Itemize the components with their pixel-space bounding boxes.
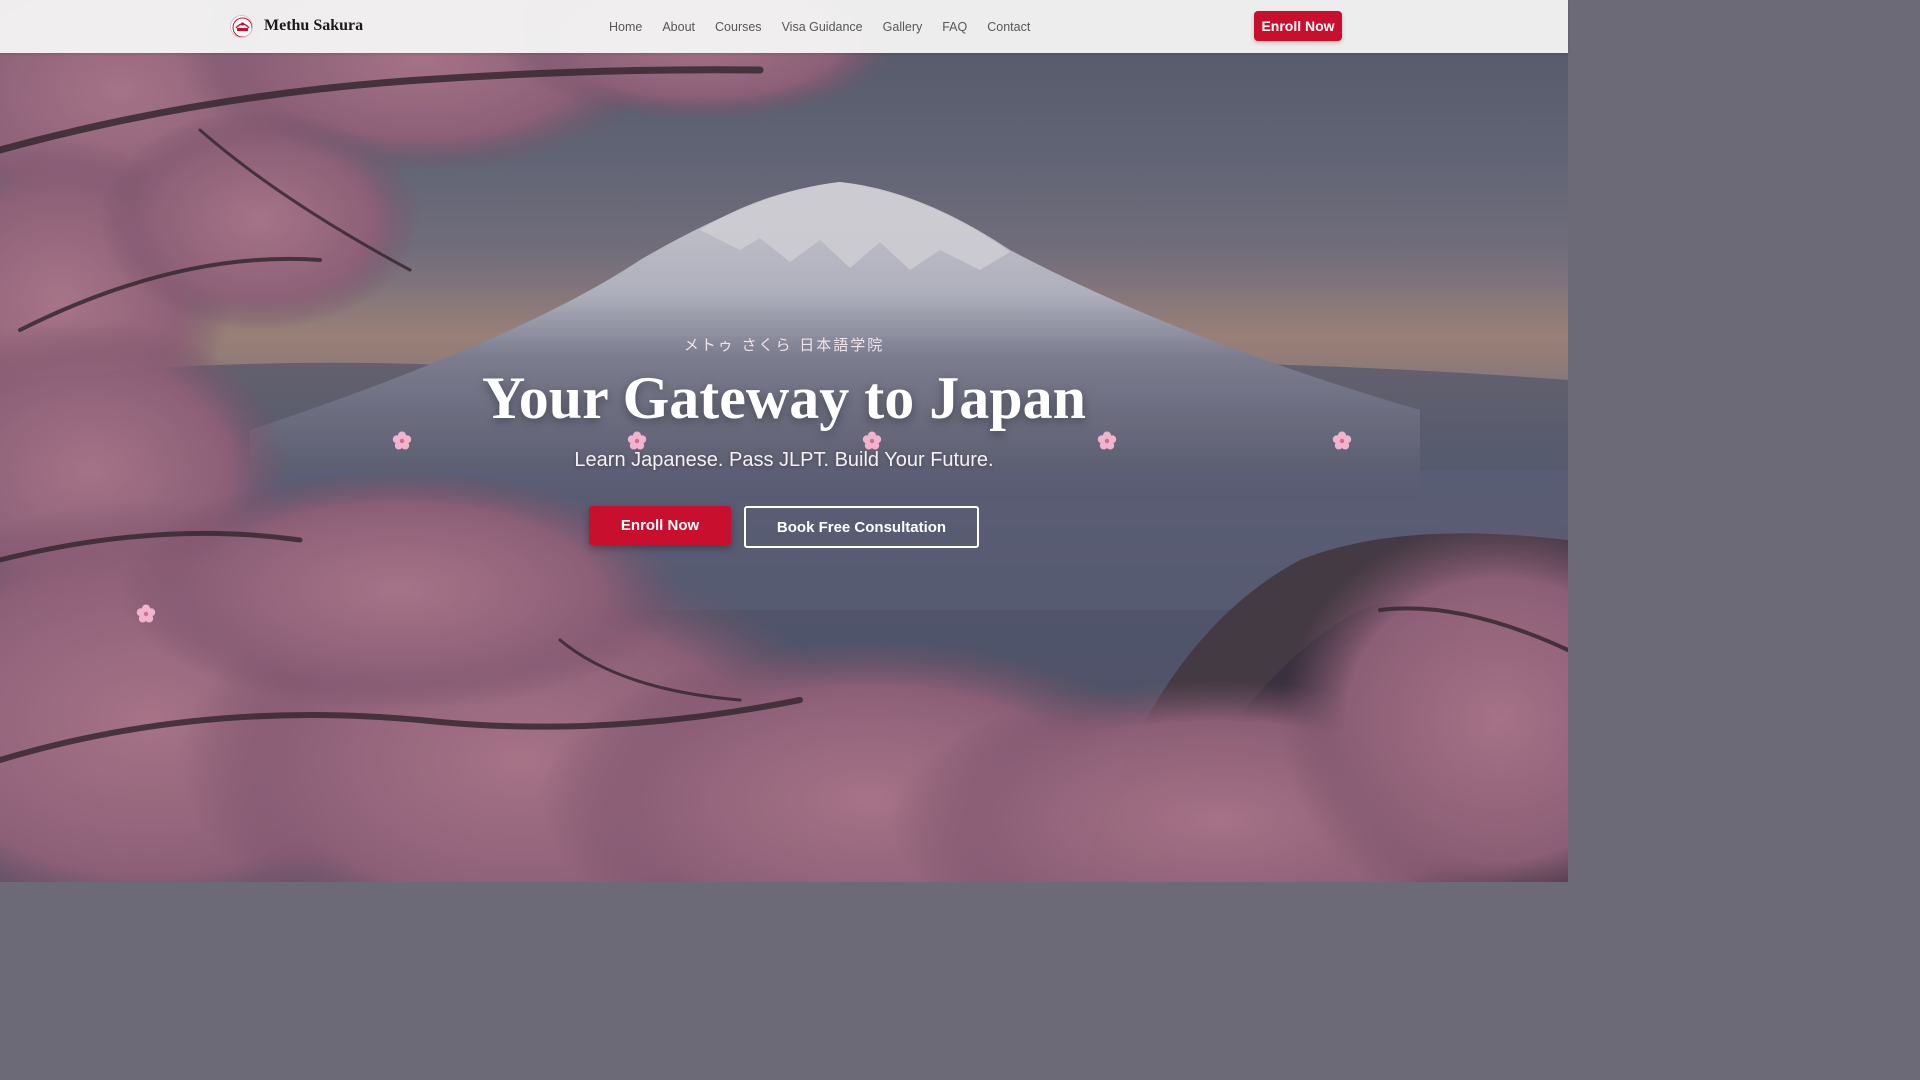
nav-link-courses[interactable]: Courses <box>705 20 772 34</box>
nav-links: Home About Courses Visa Guidance Gallery… <box>599 0 1040 53</box>
nav-link-gallery[interactable]: Gallery <box>873 20 933 34</box>
hero-subheadline: Learn Japanese. Pass JLPT. Build Your Fu… <box>574 449 994 471</box>
nav-link-about[interactable]: About <box>652 20 705 34</box>
cherry-blossom-icon <box>862 431 882 450</box>
book-consultation-button[interactable]: Book Free Consultation <box>744 506 979 548</box>
japanese-tagline: メトゥ さくら 日本語学院 <box>683 336 885 354</box>
nav-link-visa-guidance[interactable]: Visa Guidance <box>772 20 873 34</box>
cherry-blossom-icon <box>1332 431 1352 450</box>
hero-enroll-button[interactable]: Enroll Now <box>589 506 731 545</box>
cherry-blossom-icon <box>392 431 412 450</box>
nav-link-home[interactable]: Home <box>599 20 652 34</box>
brand-name: Methu Sakura <box>264 17 364 34</box>
sakura-badge-icon <box>230 14 253 38</box>
top-navbar: Methu Sakura Home About Courses Visa Gui… <box>0 0 1568 53</box>
cherry-blossom-icon <box>1097 431 1117 450</box>
brand-home-link[interactable]: Methu Sakura <box>230 13 363 39</box>
cherry-blossom-icon <box>627 431 647 450</box>
nav-link-faq[interactable]: FAQ <box>932 20 977 34</box>
hero-headline: Your Gateway to Japan <box>482 365 1086 431</box>
navbar-enroll-button[interactable]: Enroll Now <box>1254 11 1342 41</box>
nav-link-contact[interactable]: Contact <box>977 20 1040 34</box>
cherry-blossom-icon <box>136 604 156 623</box>
